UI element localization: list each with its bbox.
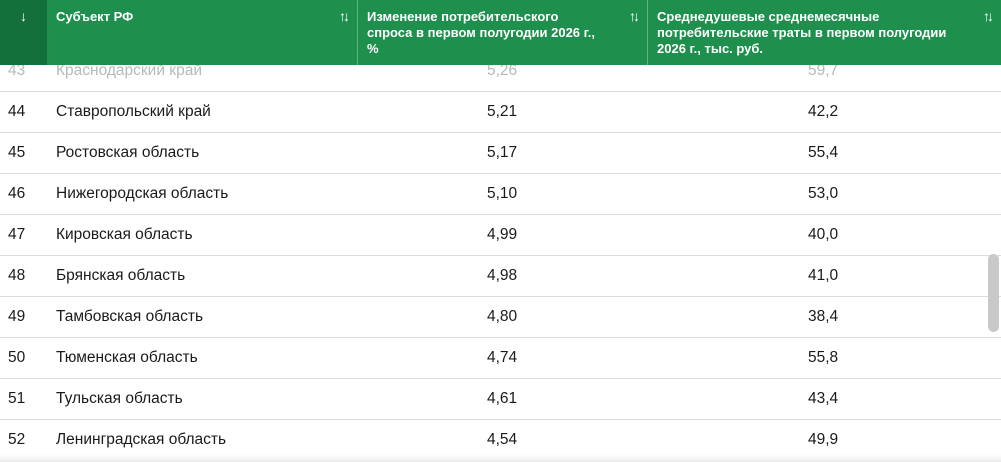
table-row: 51 Тульская область 4,61 43,4 (0, 379, 1001, 420)
avg-spending-value: 41,0 (808, 267, 839, 284)
avg-spending-value: 49,9 (808, 431, 839, 448)
table-row: 48 Брянская область 4,98 41,0 (0, 256, 1001, 297)
arrow-down-icon[interactable]: ↓ (20, 8, 27, 24)
subject-name: Нижегородская область (56, 185, 229, 202)
vertical-scrollbar[interactable] (988, 254, 999, 332)
table-row: 50 Тюменская область 4,74 55,8 (0, 338, 1001, 379)
table-body: 43 Краснодарский край 5,26 59,7 44 Ставр… (0, 51, 1001, 461)
subject-name: Тюменская область (56, 349, 198, 366)
table-row: 47 Кировская область 4,99 40,0 (0, 215, 1001, 256)
subject-column-header[interactable]: Субъект РФ ↑↓ (47, 0, 358, 65)
demand-change-header-label: Изменение потребительского спроса в перв… (367, 9, 595, 56)
demand-change-value: 4,74 (487, 349, 518, 366)
row-number: 52 (8, 431, 26, 448)
row-number: 51 (8, 390, 26, 407)
demand-change-value: 4,61 (487, 390, 518, 407)
row-number: 50 (8, 349, 26, 366)
demand-change-value: 4,99 (487, 226, 518, 243)
demand-change-value: 5,21 (487, 103, 518, 120)
table-header: ↓ Субъект РФ ↑↓ Изменение потребительско… (0, 0, 1001, 65)
table-row: 49 Тамбовская область 4,80 38,4 (0, 297, 1001, 338)
demand-change-value: 4,80 (487, 308, 518, 325)
avg-spending-value: 40,0 (808, 226, 839, 243)
table-row: 44 Ставропольский край 5,21 42,2 (0, 92, 1001, 133)
demand-change-value: 5,10 (487, 185, 518, 202)
demand-change-value: 5,17 (487, 144, 518, 161)
table-row: 46 Нижегородская область 5,10 53,0 (0, 174, 1001, 215)
sort-icon[interactable]: ↑↓ (629, 8, 640, 24)
avg-spending-value: 53,0 (808, 185, 839, 202)
sort-icon[interactable]: ↑↓ (339, 8, 350, 24)
sort-icon[interactable]: ↑↓ (983, 8, 994, 24)
row-number: 47 (8, 226, 26, 243)
bottom-divider (0, 454, 1001, 462)
avg-spending-column-header[interactable]: Среднедушевые среднемесячные потребитель… (648, 0, 1001, 65)
row-number: 49 (8, 308, 26, 325)
demand-change-value: 4,98 (487, 267, 518, 284)
subject-header-label: Субъект РФ (56, 9, 134, 24)
subject-name: Брянская область (56, 267, 186, 284)
subject-name: Тамбовская область (56, 308, 204, 325)
row-number: 46 (8, 185, 26, 202)
demand-change-column-header[interactable]: Изменение потребительского спроса в перв… (358, 0, 648, 65)
subject-name: Ставропольский край (56, 103, 211, 120)
demand-change-value: 4,54 (487, 431, 518, 448)
avg-spending-value: 42,2 (808, 103, 839, 120)
subject-name: Ростовская область (56, 144, 200, 161)
subject-name: Тульская область (56, 390, 183, 407)
avg-spending-value: 43,4 (808, 390, 839, 407)
table-row: 45 Ростовская область 5,17 55,4 (0, 133, 1001, 174)
avg-spending-header-label: Среднедушевые среднемесячные потребитель… (657, 9, 947, 56)
index-sort-header[interactable]: ↓ (0, 0, 47, 65)
subject-name: Ленинградская область (56, 431, 227, 448)
subject-name: Кировская область (56, 226, 193, 243)
avg-spending-value: 55,8 (808, 349, 839, 366)
row-number: 48 (8, 267, 26, 284)
avg-spending-value: 55,4 (808, 144, 839, 161)
row-number: 45 (8, 144, 26, 161)
avg-spending-value: 38,4 (808, 308, 839, 325)
row-number: 44 (8, 103, 26, 120)
